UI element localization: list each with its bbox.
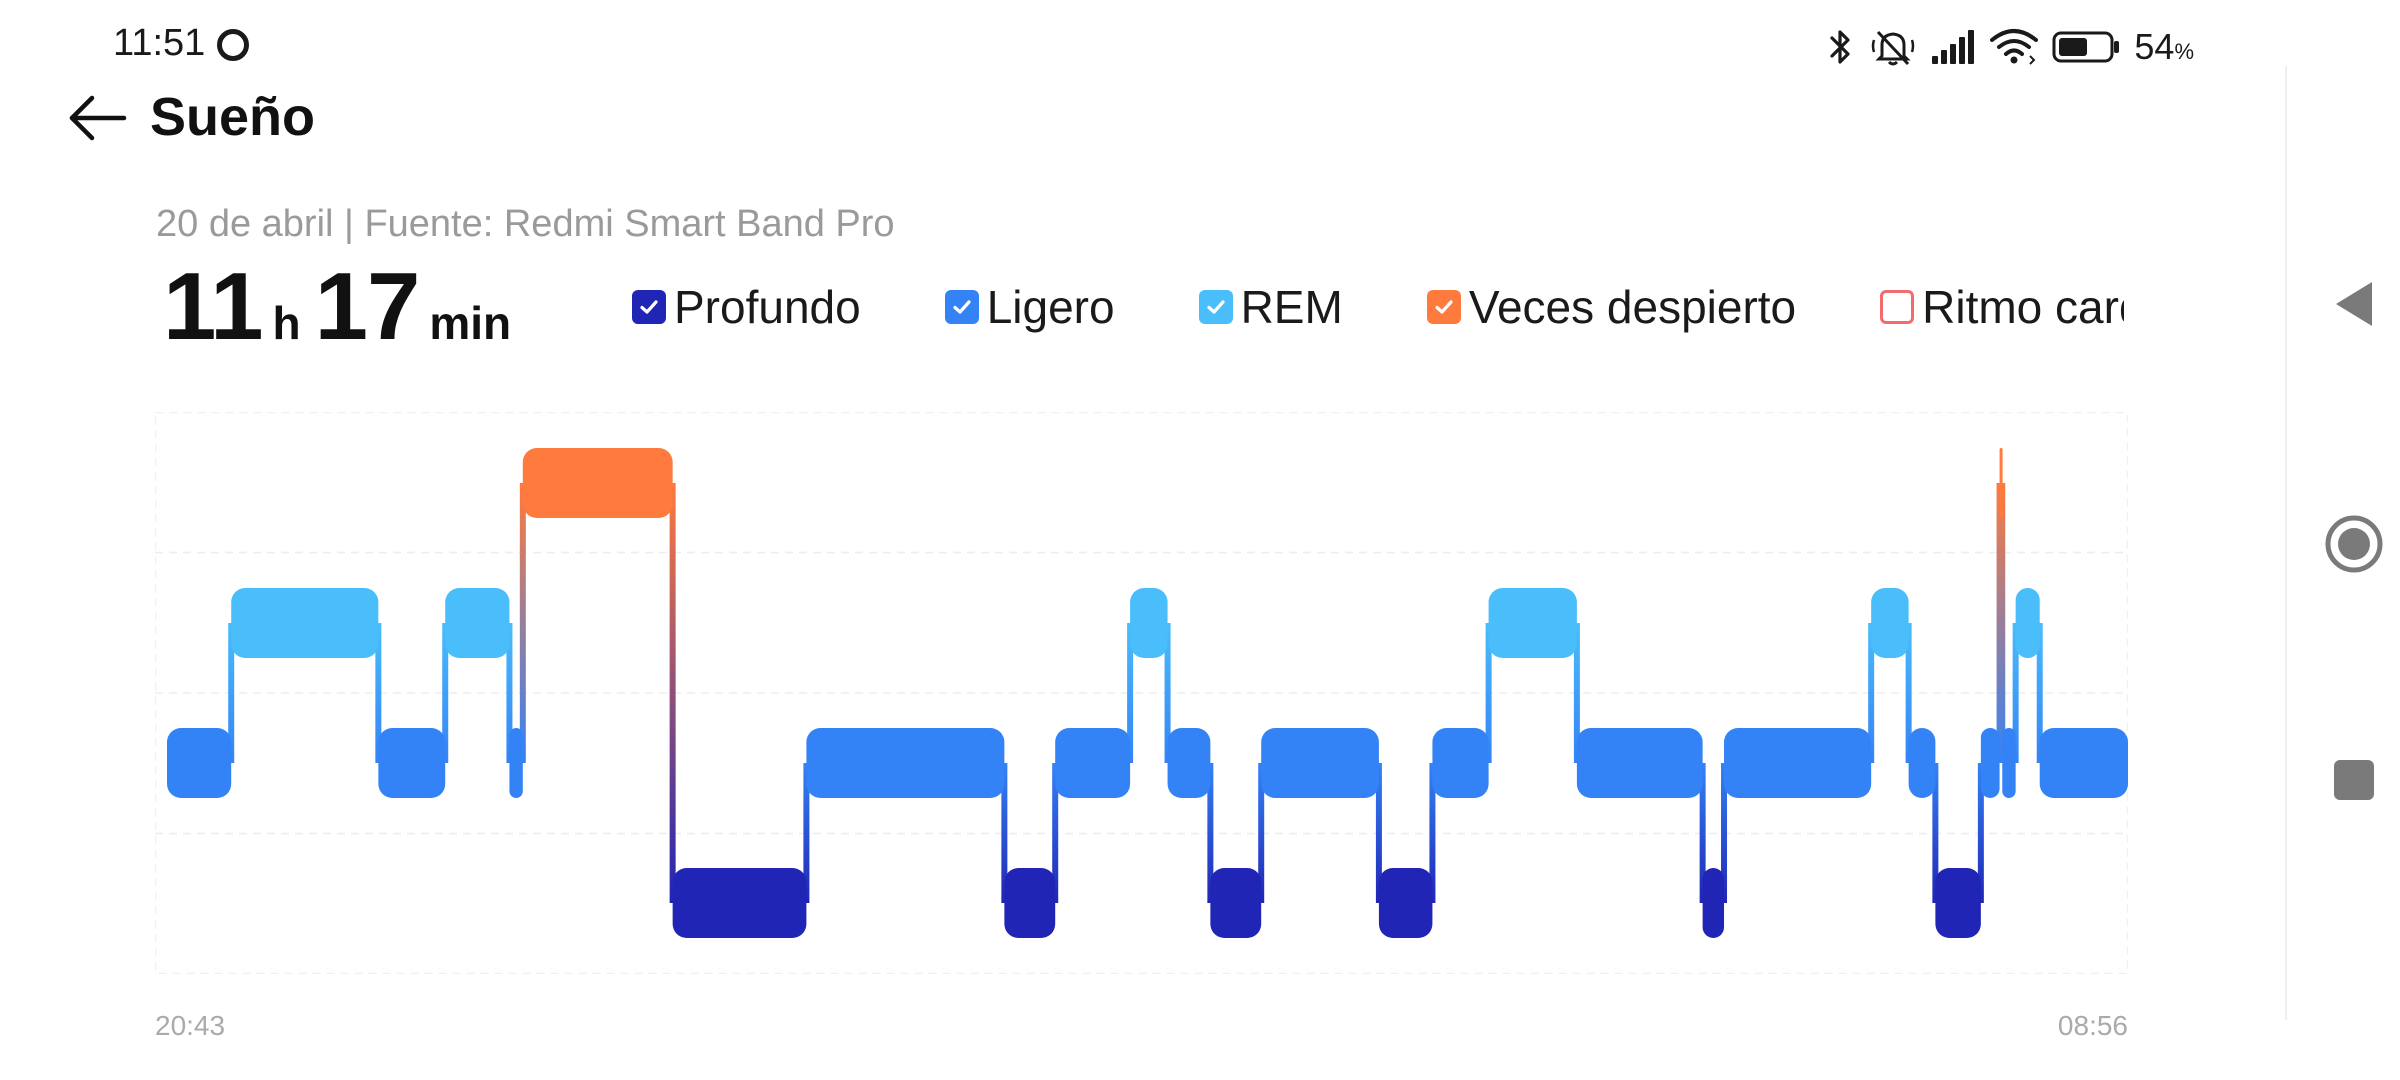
checkbox-checked-icon — [944, 290, 979, 324]
stage-segment-ligero[interactable] — [2039, 728, 2128, 798]
back-button[interactable] — [66, 92, 130, 148]
stage-segment-profundo[interactable] — [1004, 868, 1056, 938]
stage-segment-ligero[interactable] — [1261, 728, 1379, 798]
nav-divider — [2285, 66, 2287, 1020]
duration-minutes: 17 — [314, 253, 421, 360]
nav-home-button[interactable] — [2322, 512, 2386, 576]
duration-hours-unit: h — [272, 297, 301, 349]
stage-segment-profundo[interactable] — [1935, 868, 1981, 938]
stage-segment-ligero[interactable] — [1432, 728, 1489, 798]
stage-segment-despierto[interactable] — [522, 448, 673, 518]
triangle-back-icon — [2336, 282, 2372, 326]
checkbox-unchecked-icon — [1880, 290, 1915, 324]
stage-segment-ligero[interactable] — [1980, 728, 2000, 798]
home-circle-icon — [2325, 515, 2383, 573]
duration-hours: 11 — [163, 253, 263, 360]
sleep-stage-chart — [155, 412, 2128, 974]
nav-back-button[interactable] — [2322, 272, 2386, 336]
stage-segment-ligero[interactable] — [2002, 728, 2016, 798]
stage-segment-ligero[interactable] — [1576, 728, 1703, 798]
stage-segment-ligero[interactable] — [1055, 728, 1131, 798]
status-time: 11:51 — [113, 22, 206, 64]
notification-dot-icon — [217, 29, 249, 61]
checkbox-checked-icon — [1426, 290, 1461, 324]
stage-segment-profundo[interactable] — [1702, 868, 1725, 938]
stage-segment-despierto[interactable] — [1999, 448, 2003, 518]
stage-transition — [669, 483, 676, 903]
stage-segment-rem[interactable] — [1130, 588, 1168, 658]
date-source-label: 20 de abril | Fuente: Redmi Smart Band P… — [156, 203, 895, 245]
stage-segment-ligero[interactable] — [378, 728, 446, 798]
status-icons: 54% — [1826, 24, 2194, 70]
stage-segment-profundo[interactable] — [672, 868, 807, 938]
legend-item-0[interactable]: Profundo — [632, 280, 861, 334]
checkbox-checked-icon — [1198, 290, 1233, 324]
stage-segment-rem[interactable] — [1871, 588, 1909, 658]
legend-item-label: Profundo — [674, 281, 861, 333]
stage-transition — [519, 483, 526, 763]
legend-item-label: Veces despierto — [1468, 281, 1797, 333]
stage-segment-ligero[interactable] — [806, 728, 1005, 798]
stage-segment-ligero[interactable] — [1167, 728, 1211, 798]
stage-segment-ligero[interactable] — [1908, 728, 1936, 798]
arrow-left-icon — [69, 95, 127, 141]
legend-item-2[interactable]: REM — [1198, 280, 1343, 334]
stage-segment-profundo[interactable] — [1378, 868, 1433, 938]
stage-segment-rem[interactable] — [231, 588, 379, 658]
x-axis-end-label: 08:56 — [2057, 1010, 2128, 1041]
bluetooth-icon — [1826, 27, 1856, 67]
stage-segment-ligero[interactable] — [509, 728, 523, 798]
battery-percent: 54% — [2134, 26, 2194, 67]
checkbox-checked-icon — [632, 290, 666, 324]
stage-segment-rem[interactable] — [445, 588, 510, 658]
legend-item-label: Ligero — [986, 281, 1115, 333]
duration-minutes-unit: min — [429, 297, 512, 349]
legend-item-3[interactable]: Veces despierto — [1426, 280, 1797, 334]
nav-recents-button[interactable] — [2322, 748, 2386, 812]
sleep-stage-chart-svg — [155, 412, 2128, 974]
page-title: Sueño — [150, 87, 316, 147]
stage-segment-rem[interactable] — [1488, 588, 1577, 658]
legend-item-1[interactable]: Ligero — [944, 280, 1115, 334]
stage-segment-rem[interactable] — [2015, 588, 2040, 658]
legend-item-label: REM — [1240, 281, 1343, 333]
stage-segment-ligero[interactable] — [1724, 728, 1872, 798]
sleep-duration: 11 h 17 min — [163, 252, 525, 362]
square-recents-icon — [2334, 760, 2374, 800]
stage-segment-profundo[interactable] — [1210, 868, 1262, 938]
battery-icon — [2052, 30, 2120, 64]
signal-icon — [1930, 28, 1976, 66]
silent-icon — [1870, 26, 1916, 68]
wifi-icon — [1990, 28, 2039, 66]
legend-item-4[interactable]: Ritmo cardíaco — [1880, 280, 2124, 334]
stage-transition — [1999, 483, 2006, 763]
stage-segment-ligero[interactable] — [167, 728, 232, 798]
status-bar: 11:51 54% — [0, 0, 2280, 92]
legend-item-label: Ritmo cardíaco — [1922, 281, 2124, 333]
stage-legend: Profundo Ligero REM Veces despierto Ritmo ca… — [632, 280, 2124, 350]
x-axis-start-label: 20:43 — [155, 1010, 226, 1041]
